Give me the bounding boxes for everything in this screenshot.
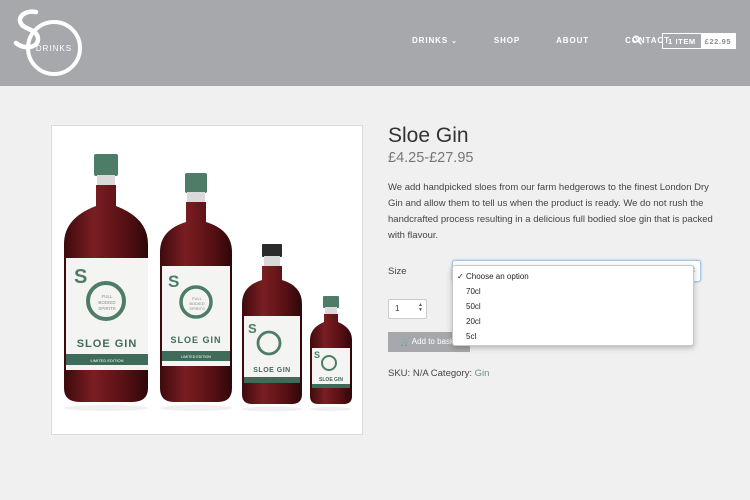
svg-text:SPIRITS: SPIRITS bbox=[189, 306, 205, 311]
nav-drinks[interactable]: DRINKS ⌄ bbox=[412, 36, 458, 45]
size-dropdown-menu: ✓ Choose an option 70cl 50cl 20cl 5cl bbox=[452, 265, 694, 346]
size-option[interactable]: 50cl bbox=[453, 299, 693, 314]
svg-text:SLOE GIN: SLOE GIN bbox=[319, 377, 343, 383]
quantity-stepper[interactable]: 1 ▲ ▼ bbox=[388, 299, 427, 319]
size-option[interactable]: 5cl bbox=[453, 329, 693, 344]
site-header: DRINKS DRINKS ⌄ SHOP ABOUT CONTACT 1 ITE… bbox=[0, 0, 750, 86]
svg-text:LIMITED EDITION: LIMITED EDITION bbox=[181, 355, 211, 359]
sloe-gin-bottles-illustration: S FULL BODIED SPIRITS SLOE GIN LIMITED E… bbox=[64, 154, 352, 412]
basket-icon: 🛒 bbox=[400, 337, 410, 346]
size-label: Size bbox=[388, 266, 407, 277]
nav-about[interactable]: ABOUT bbox=[556, 36, 589, 45]
nav-drinks-label: DRINKS bbox=[412, 36, 449, 45]
svg-text:FULL: FULL bbox=[101, 294, 113, 299]
cart-count: 1 ITEM bbox=[668, 36, 696, 46]
search-icon[interactable] bbox=[632, 35, 642, 45]
sku-value: N/A bbox=[412, 368, 429, 379]
size-option[interactable]: ✓ Choose an option bbox=[453, 269, 693, 284]
svg-text:SLOE GIN: SLOE GIN bbox=[170, 335, 221, 345]
bottle-50cl: S FULL BODIED SPIRITS SLOE GIN LIMITED E… bbox=[160, 173, 232, 402]
size-option[interactable]: 70cl bbox=[453, 284, 693, 299]
sku-label: SKU: bbox=[388, 368, 411, 379]
product-price: £4.25-£27.95 bbox=[388, 150, 474, 166]
product-title: Sloe Gin bbox=[388, 124, 469, 147]
chevron-down-icon: ⌄ bbox=[451, 37, 458, 45]
category-label: Category: bbox=[430, 368, 472, 379]
svg-text:S: S bbox=[168, 272, 179, 291]
so-drinks-logo[interactable]: DRINKS bbox=[12, 8, 84, 80]
product-description: We add handpicked sloes from our farm he… bbox=[388, 182, 713, 241]
nav-shop-label: SHOP bbox=[493, 36, 521, 45]
svg-text:DRINKS: DRINKS bbox=[36, 44, 72, 53]
cart-total: £22.95 bbox=[700, 34, 735, 48]
spinner-arrows-icon[interactable]: ▲ ▼ bbox=[418, 303, 423, 313]
bottle-20cl: S SLOE GIN bbox=[242, 244, 302, 404]
svg-text:BODIED: BODIED bbox=[98, 300, 116, 305]
product-image[interactable]: S FULL BODIED SPIRITS SLOE GIN LIMITED E… bbox=[51, 125, 363, 435]
bottle-5cl: S SLOE GIN bbox=[310, 296, 352, 404]
svg-text:S: S bbox=[248, 321, 257, 336]
size-option[interactable]: 20cl bbox=[453, 314, 693, 329]
option-label: 70cl bbox=[466, 287, 481, 296]
svg-text:SLOE GIN: SLOE GIN bbox=[77, 338, 138, 350]
quantity-value: 1 bbox=[395, 304, 400, 313]
category-link[interactable]: Gin bbox=[475, 368, 490, 379]
bottle-70cl: S FULL BODIED SPIRITS SLOE GIN LIMITED E… bbox=[64, 154, 148, 402]
svg-text:S: S bbox=[314, 350, 320, 360]
svg-text:SPIRITS: SPIRITS bbox=[98, 306, 116, 311]
svg-text:SLOE GIN: SLOE GIN bbox=[253, 367, 290, 374]
option-label: 5cl bbox=[466, 332, 477, 341]
svg-text:LIMITED EDITION: LIMITED EDITION bbox=[90, 358, 123, 363]
option-label: 50cl bbox=[466, 302, 481, 311]
option-label: Choose an option bbox=[466, 272, 529, 281]
nav-shop[interactable]: SHOP bbox=[494, 36, 520, 45]
checkmark-icon: ✓ bbox=[457, 272, 464, 281]
product-meta: SKU: N/A Category: Gin bbox=[388, 368, 489, 379]
cart-button[interactable]: 1 ITEM £22.95 bbox=[662, 33, 736, 49]
option-label: 20cl bbox=[466, 317, 481, 326]
nav-about-label: ABOUT bbox=[556, 36, 590, 45]
svg-text:S: S bbox=[74, 266, 87, 288]
